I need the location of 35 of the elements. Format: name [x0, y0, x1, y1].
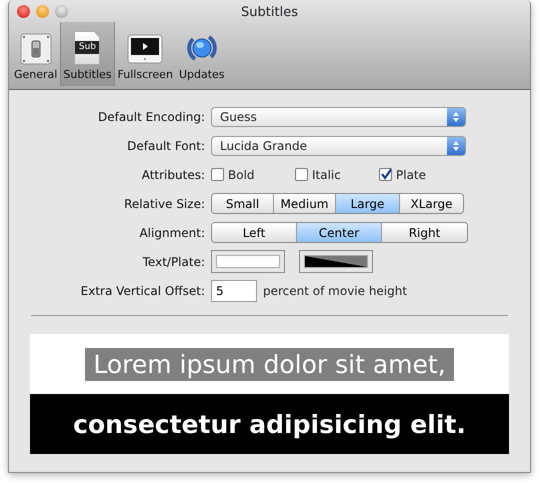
checkmark-icon: [380, 168, 391, 181]
checkbox[interactable]: Italic: [295, 166, 379, 184]
field-label: Default Encoding:: [96, 108, 206, 126]
toolbar-tab[interactable]: General: [11, 22, 60, 86]
popup-menu[interactable]: Guess: [211, 106, 466, 126]
stepper-arrows-icon: [452, 110, 460, 122]
color-well[interactable]: [211, 250, 285, 273]
unit-label: percent of movie height: [263, 282, 408, 300]
offset-field[interactable]: 5: [211, 280, 257, 302]
window-title: Subtitles: [240, 4, 299, 22]
document-icon: Sub: [74, 30, 100, 64]
toolbar-tab[interactable]: Sub Subtitles: [60, 22, 115, 86]
segment-button[interactable]: XLarge: [400, 194, 463, 213]
switch-icon: [20, 32, 52, 64]
segment-button[interactable]: Medium: [274, 194, 336, 213]
segment-button[interactable]: Center: [297, 223, 382, 242]
segment-button[interactable]: Left: [212, 223, 297, 242]
field-label: Alignment:: [138, 224, 206, 242]
segment-button[interactable]: Right: [382, 223, 467, 242]
checkbox[interactable]: Bold: [211, 166, 295, 184]
stepper-arrows-icon: [452, 140, 460, 152]
segment-button[interactable]: Large: [336, 194, 400, 213]
field-label: Default Font:: [126, 138, 206, 154]
toolbar-tab[interactable]: Fullscreen: [114, 22, 176, 86]
color-well[interactable]: [299, 250, 373, 273]
display-icon: [127, 32, 164, 64]
checkbox[interactable]: Plate: [379, 166, 459, 184]
toolbar-tab[interactable]: Updates: [176, 22, 228, 86]
segment-button[interactable]: Small: [212, 194, 274, 213]
popup-menu[interactable]: Lucida Grande: [211, 136, 466, 156]
field-label: Text/Plate:: [142, 254, 206, 270]
close-button[interactable]: [17, 5, 30, 18]
field-label: Relative Size:: [123, 196, 206, 212]
field-label: Extra Vertical Offset:: [80, 282, 206, 300]
field-label: Attributes:: [140, 166, 206, 184]
